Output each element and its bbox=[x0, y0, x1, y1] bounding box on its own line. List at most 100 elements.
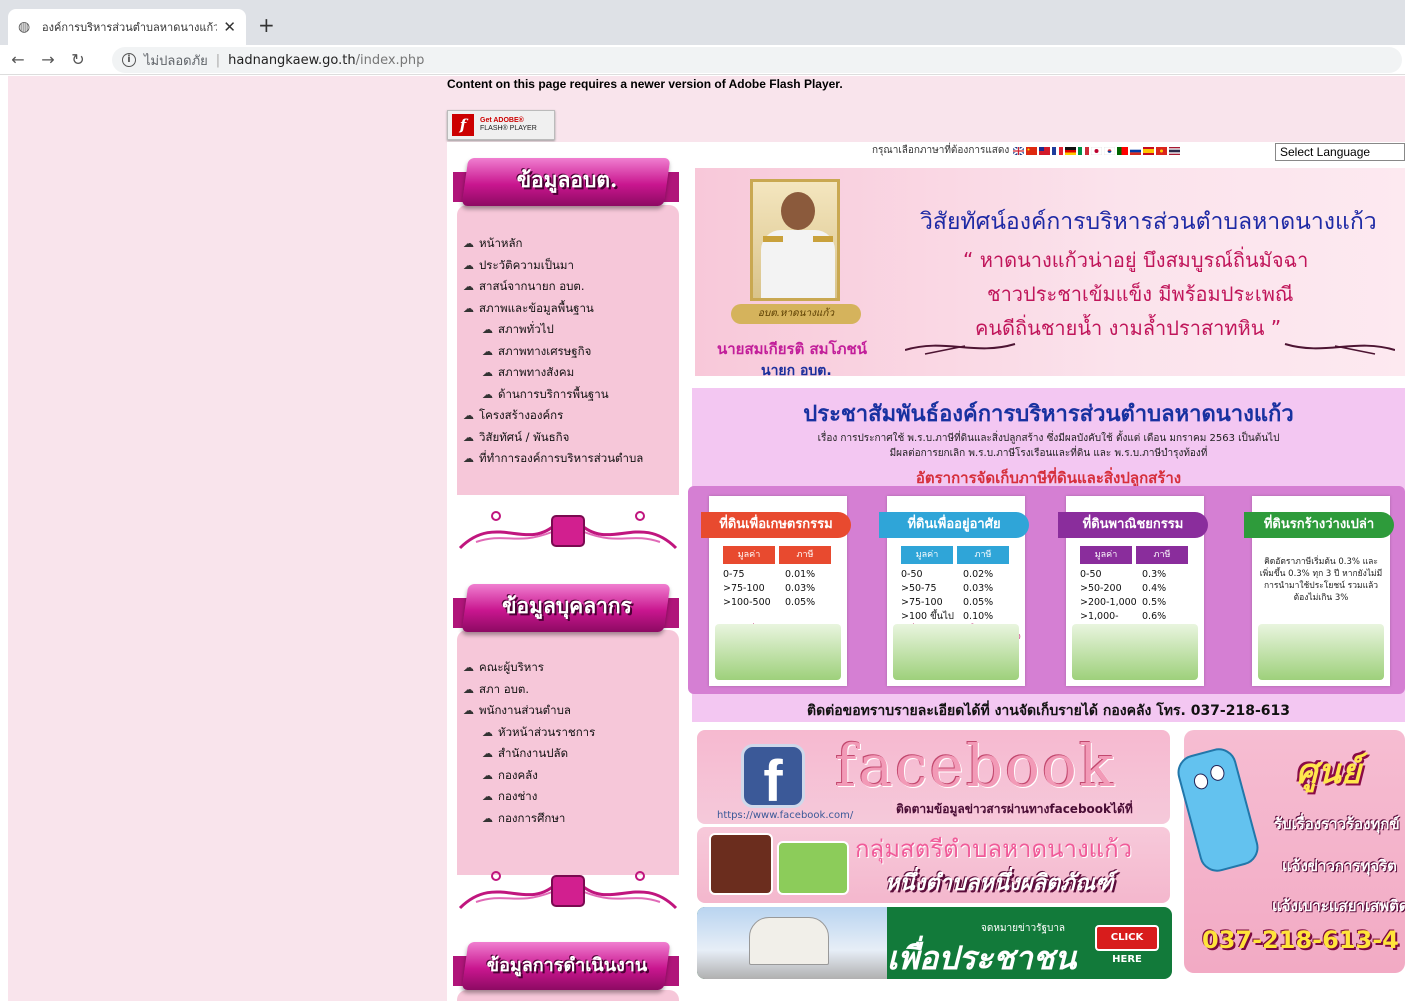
tab-title: องค์การบริหารส่วนตำบลหาดนางแก้ว อ. bbox=[42, 21, 218, 34]
sidebar-menu-label: หัวหน้าส่วนราชการ bbox=[498, 724, 596, 739]
tax-card-range: >50-200 bbox=[1080, 583, 1122, 594]
tax-card-rows: 0-50 0.02% >50-75 0.03% >75-100 0.05% >100 ขึ้… bbox=[901, 568, 993, 624]
sidebar-menu-item[interactable]: ☁ สาสน์จากนายก อบต. bbox=[463, 276, 643, 298]
france-flag-icon[interactable] bbox=[1052, 146, 1064, 155]
reload-icon[interactable]: ↻ bbox=[66, 48, 90, 72]
sidebar-section-banner-2: ข้อมูลบุคลากร bbox=[453, 578, 679, 636]
flag-list bbox=[1013, 146, 1182, 155]
browser-tab-strip: ◍ องค์การบริหารส่วนตำบลหาดนางแก้ว อ. ✕ + bbox=[0, 0, 1405, 45]
italy-flag-icon[interactable] bbox=[1078, 146, 1090, 155]
swirl-ornament-icon bbox=[905, 343, 1395, 355]
close-tab-icon[interactable]: ✕ bbox=[223, 18, 236, 36]
china-flag-icon[interactable] bbox=[1026, 146, 1038, 155]
sidebar-menu-item[interactable]: ☁ กองคลัง bbox=[463, 765, 595, 787]
address-bar[interactable]: i ไม่ปลอดภัย | hadnangkaew.go.th/index.p… bbox=[112, 47, 1402, 73]
sidebar-menu-item[interactable]: ☁ กองช่าง bbox=[463, 786, 595, 808]
portugal-flag-icon[interactable] bbox=[1117, 146, 1129, 155]
cloud-bullet-icon: ☁ bbox=[463, 452, 474, 465]
browser-tab[interactable]: ◍ องค์การบริหารส่วนตำบลหาดนางแก้ว อ. ✕ bbox=[8, 9, 246, 45]
sidebar-menu-item[interactable]: ☁ โครงสร้างองค์กร bbox=[463, 405, 643, 427]
tax-card-row: 0-50 0.02% bbox=[901, 568, 993, 582]
sidebar-menu-item[interactable]: ☁ สภาพทางสังคม bbox=[463, 362, 643, 384]
sidebar-menu-item[interactable]: ☁ หน้าหลัก bbox=[463, 233, 643, 255]
tax-card-row: >200-1,000 0.5% bbox=[1080, 596, 1166, 610]
sidebar-menu-item[interactable]: ☁ คณะผู้บริหาร bbox=[463, 657, 595, 679]
tax-card-range: 0-50 bbox=[1080, 569, 1102, 580]
thailand-flag-icon[interactable] bbox=[1169, 146, 1181, 155]
sidebar-menu-item[interactable]: ☁ สภา อบต. bbox=[463, 679, 595, 701]
uk-flag-icon[interactable] bbox=[1013, 146, 1025, 155]
sidebar-menu-item[interactable]: ☁ พนักงานส่วนตำบล bbox=[463, 700, 595, 722]
tax-card: ที่ดินเพื่ออยู่อาศัย มูลค่า ภาษี 0-50 0.02% >… bbox=[879, 496, 1029, 686]
tax-card-range: >75-100 bbox=[723, 583, 765, 594]
tax-card-illustration bbox=[1072, 624, 1198, 680]
sidebar-menu-item[interactable]: ☁ ด้านการบริการพื้นฐาน bbox=[463, 384, 643, 406]
taiwan-flag-icon[interactable] bbox=[1039, 146, 1051, 155]
tax-card-rate: 0.05% bbox=[785, 597, 816, 608]
sidebar-section-title: ข้อมูลบุคลากร bbox=[502, 593, 632, 618]
language-select[interactable]: Select Language bbox=[1275, 143, 1405, 161]
complaint-center-banner[interactable]: ศูนย์ รับเรื่องราวร้องทุกข์ แจ้งข่าวการท… bbox=[1173, 730, 1405, 973]
tax-card-title: ที่ดินรกร้างว่างเปล่า bbox=[1244, 512, 1394, 538]
get-flash-button[interactable]: f Get ADOBE® FLASH® PLAYER bbox=[447, 110, 555, 140]
info-icon[interactable]: i bbox=[122, 53, 136, 67]
sidebar-menu-item[interactable]: ☁ สภาพทั่วไป bbox=[463, 319, 643, 341]
center-line-3: แจ้งเบาะแสยาเสพติด bbox=[1272, 897, 1405, 915]
government-news-banner[interactable]: จดหมายข่าวรัฐบาล เพื่อประชาชน CLICK HERE bbox=[697, 907, 1172, 979]
gov-title: เพื่อประชาชน bbox=[887, 939, 1077, 977]
tax-card-row: >100 ขึ้นไป 0.10% bbox=[901, 610, 993, 624]
facebook-banner[interactable]: f facebook https://www.facebook.com/ ติด… bbox=[697, 730, 1170, 824]
sidebar-menu-item[interactable]: ☁ สภาพทางเศรษฐกิจ bbox=[463, 341, 643, 363]
sidebar-menu-item[interactable]: ☁ วิสัยทัศน์ / พันธกิจ bbox=[463, 427, 643, 449]
sidebar-menu-label: สภาพทั่วไป bbox=[498, 322, 554, 336]
germany-flag-icon[interactable] bbox=[1065, 146, 1077, 155]
ornament-divider-icon bbox=[458, 871, 678, 910]
sidebar-menu-item[interactable]: ☁ กองการศึกษา bbox=[463, 808, 595, 830]
cloud-bullet-icon: ☁ bbox=[482, 790, 493, 803]
women-group-banner[interactable]: กลุ่มสตรีตำบลหาดนางแก้ว หนึ่งตำบลหนึ่งผล… bbox=[697, 827, 1170, 903]
address-separator: | bbox=[215, 52, 221, 68]
facebook-url[interactable]: https://www.facebook.com/ bbox=[717, 810, 853, 821]
sidebar-menu-label: กองคลัง bbox=[498, 767, 538, 782]
government-house-photo bbox=[697, 907, 887, 979]
tax-card-row: >100-500 0.05% bbox=[723, 596, 815, 610]
sidebar-menu-item[interactable]: ☁ สภาพและข้อมูลพื้นฐาน bbox=[463, 298, 643, 320]
vietnam-flag-icon[interactable] bbox=[1156, 146, 1168, 155]
pr-title: ประชาสัมพันธ์องค์การบริหารส่วนตำบลหาดนาง… bbox=[803, 402, 1294, 427]
sidebar-section-title: ข้อมูลการดำเนินงาน bbox=[486, 955, 648, 976]
korea-flag-icon[interactable] bbox=[1104, 146, 1116, 155]
sidebar-menu-item[interactable]: ☁ สำนักงานปลัด bbox=[463, 743, 595, 765]
spain-flag-icon[interactable] bbox=[1143, 146, 1155, 155]
sidebar-menu-item[interactable]: ☁ ที่ทำการองค์การบริหารส่วนตำบล bbox=[463, 448, 643, 470]
tax-card-col-tax: ภาษี bbox=[957, 546, 1009, 564]
forward-arrow-icon[interactable]: → bbox=[36, 48, 60, 72]
japan-flag-icon[interactable] bbox=[1091, 146, 1103, 155]
tax-card-rate: 0.03% bbox=[963, 583, 994, 594]
tax-card-note: คิดอัตราภาษีเริ่มต้น 0.3% และเพิ่มขึ้น 0… bbox=[1259, 557, 1383, 603]
sidebar-section-banner-1: ข้อมูลอบต. bbox=[453, 152, 679, 210]
sidebar-menu-item[interactable]: ☁ หัวหน้าส่วนราชการ bbox=[463, 722, 595, 744]
cloud-bullet-icon: ☁ bbox=[463, 301, 474, 315]
sidebar-menu-label: สภาพทางเศรษฐกิจ bbox=[498, 343, 592, 358]
tax-card-rate: 0.5% bbox=[1142, 597, 1167, 608]
tax-card: ที่ดินพาณิชยกรรม มูลค่า ภาษี 0-50 0.3% >50-20… bbox=[1058, 496, 1208, 686]
tax-card-range: >50-75 bbox=[901, 583, 937, 594]
cloud-bullet-icon: ☁ bbox=[482, 811, 493, 825]
women-group-title: กลุ่มสตรีตำบลหาดนางแก้ว bbox=[855, 835, 1133, 863]
pr-subtitle-2: มีผลต่อการยกเลิก พ.ร.บ.ภาษีโรงเรือนและที… bbox=[889, 448, 1208, 459]
flash-logo-icon: f bbox=[452, 114, 474, 136]
tax-card-col-value: มูลค่า bbox=[1080, 546, 1132, 564]
click-here-button[interactable]: CLICK HERE bbox=[1095, 925, 1159, 965]
back-arrow-icon[interactable]: ← bbox=[6, 48, 30, 72]
facebook-logo-icon: f bbox=[741, 744, 805, 814]
sidebar-menu-item[interactable]: ☁ ประวัติความเป็นมา bbox=[463, 255, 643, 277]
tax-card-range: 0-50 bbox=[901, 569, 923, 580]
cloud-bullet-icon: ☁ bbox=[463, 661, 474, 674]
otop-title: หนึ่งตำบลหนึ่งผลิตภัณฑ์ bbox=[885, 871, 1114, 896]
food-photo bbox=[709, 833, 773, 895]
tax-card: ที่ดินรกร้างว่างเปล่าคิดอัตราภาษีเริ่มต้… bbox=[1244, 496, 1394, 686]
cloud-bullet-icon: ☁ bbox=[482, 725, 493, 739]
russia-flag-icon[interactable] bbox=[1130, 146, 1142, 155]
new-tab-button[interactable]: + bbox=[258, 13, 275, 37]
flash-button-top: Get ADOBE® bbox=[480, 117, 524, 124]
